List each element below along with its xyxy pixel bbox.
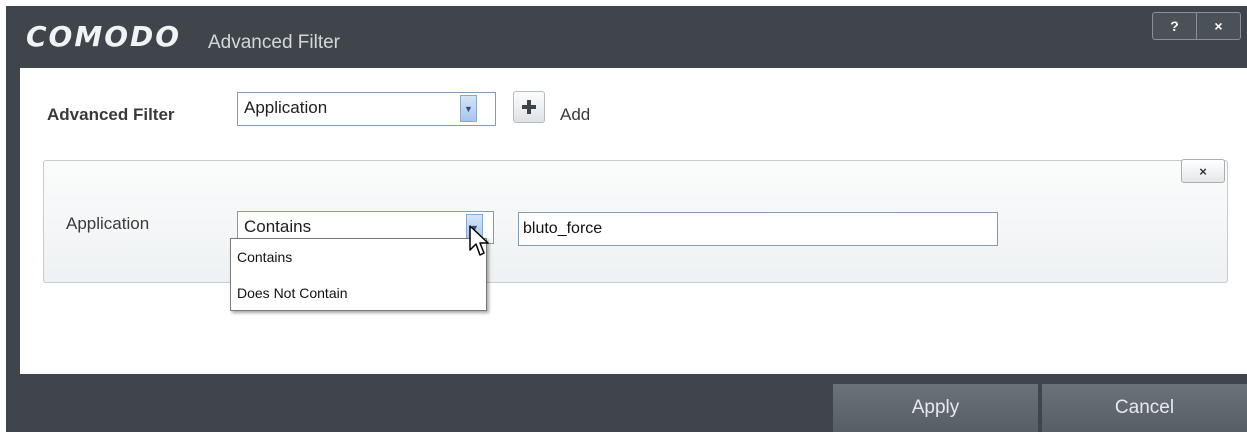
window-controls: ? ×: [1152, 12, 1241, 40]
apply-button[interactable]: Apply: [833, 384, 1038, 432]
title-bar: COMODO Advanced Filter ? ×: [6, 6, 1247, 68]
option-does-not-contain[interactable]: Does Not Contain: [231, 275, 486, 311]
advanced-filter-window: COMODO Advanced Filter ? × Advanced Filt…: [6, 6, 1247, 432]
mouse-cursor-icon: [469, 225, 489, 256]
filter-type-select[interactable]: Application ▼: [237, 92, 496, 126]
action-bar: Apply Cancel: [6, 374, 1247, 432]
help-button[interactable]: ?: [1153, 13, 1196, 39]
comodo-logo: COMODO: [26, 20, 182, 53]
filter-content: Advanced Filter Application ▼ Add × Appl…: [20, 68, 1247, 374]
window-title: Advanced Filter: [208, 32, 341, 53]
remove-condition-button[interactable]: ×: [1181, 159, 1225, 183]
condition-text-input[interactable]: [518, 212, 998, 246]
option-contains[interactable]: Contains: [231, 239, 486, 275]
close-icon: ×: [1214, 18, 1223, 34]
close-icon: ×: [1199, 163, 1207, 179]
cancel-button[interactable]: Cancel: [1042, 384, 1247, 432]
filter-condition-panel: × Application Contains ▼: [43, 159, 1228, 283]
window-close-button[interactable]: ×: [1196, 13, 1240, 39]
chevron-down-icon[interactable]: ▼: [460, 95, 477, 122]
filter-type-value: Application: [244, 98, 328, 117]
cancel-label: Cancel: [1114, 397, 1175, 418]
add-label[interactable]: Add: [560, 105, 590, 125]
condition-label: Application: [66, 214, 150, 233]
advanced-filter-label: Advanced Filter: [47, 105, 175, 124]
help-icon: ?: [1170, 18, 1179, 34]
add-filter-button[interactable]: [513, 91, 545, 123]
plus-icon: [522, 100, 536, 114]
operator-dropdown-list: Contains Does Not Contain: [230, 238, 487, 311]
apply-label: Apply: [911, 397, 960, 418]
